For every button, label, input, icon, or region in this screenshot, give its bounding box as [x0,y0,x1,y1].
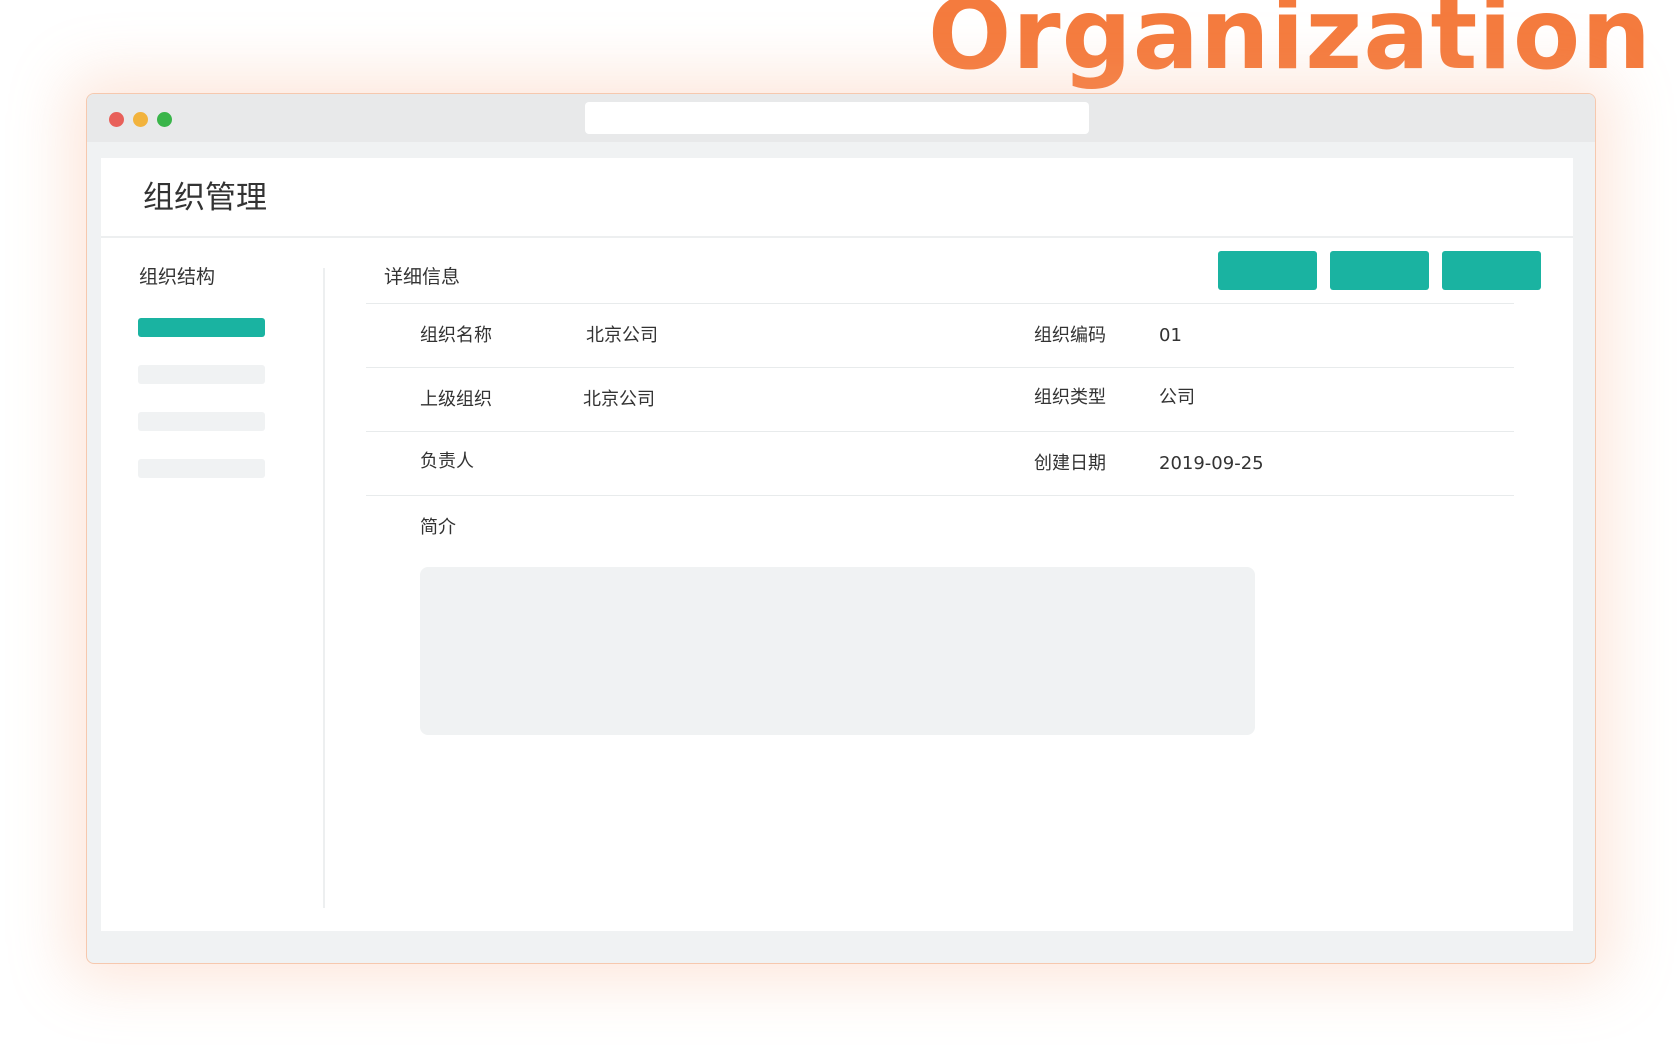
screenshot-stage: Organization 组织管理 组织结构 详细信息 组织名称 北京公司 组织… [0,0,1680,1048]
created-date-value: 2019-09-25 [1159,453,1264,474]
manager-label: 负责人 [420,451,474,472]
description-textarea[interactable] [420,567,1255,735]
action-button-3[interactable] [1442,251,1541,290]
row-divider [366,367,1514,368]
row-divider [366,495,1514,496]
tree-item-selected[interactable] [138,318,265,337]
browser-titlebar [87,94,1595,142]
org-name-value: 北京公司 [586,325,658,346]
hero-title: Organization [928,0,1652,92]
tree-item[interactable] [138,365,265,384]
sidebar-title: 组织结构 [139,266,216,288]
sidebar-divider [323,268,325,908]
description-label: 简介 [420,517,456,538]
row-divider [366,303,1514,304]
action-button-1[interactable] [1218,251,1317,290]
detail-section-title: 详细信息 [384,266,461,288]
org-name-label: 组织名称 [420,325,492,346]
row-divider [366,431,1514,432]
page-title: 组织管理 [143,180,267,216]
minimize-window-dot[interactable] [133,112,148,127]
parent-org-label: 上级组织 [420,389,492,410]
close-window-dot[interactable] [109,112,124,127]
created-date-label: 创建日期 [1034,453,1106,474]
tree-item[interactable] [138,412,265,431]
org-type-value: 公司 [1159,387,1195,408]
org-code-value: 01 [1159,325,1182,346]
maximize-window-dot[interactable] [157,112,172,127]
content-panel: 组织管理 组织结构 详细信息 组织名称 北京公司 组织编码 01 上级组织 北京… [101,158,1573,931]
browser-window: 组织管理 组织结构 详细信息 组织名称 北京公司 组织编码 01 上级组织 北京… [86,93,1596,964]
tree-item[interactable] [138,459,265,478]
parent-org-value: 北京公司 [583,389,655,410]
org-type-label: 组织类型 [1034,387,1106,408]
action-button-2[interactable] [1330,251,1429,290]
title-divider [101,236,1573,238]
org-code-label: 组织编码 [1034,325,1106,346]
address-bar[interactable] [585,102,1089,134]
